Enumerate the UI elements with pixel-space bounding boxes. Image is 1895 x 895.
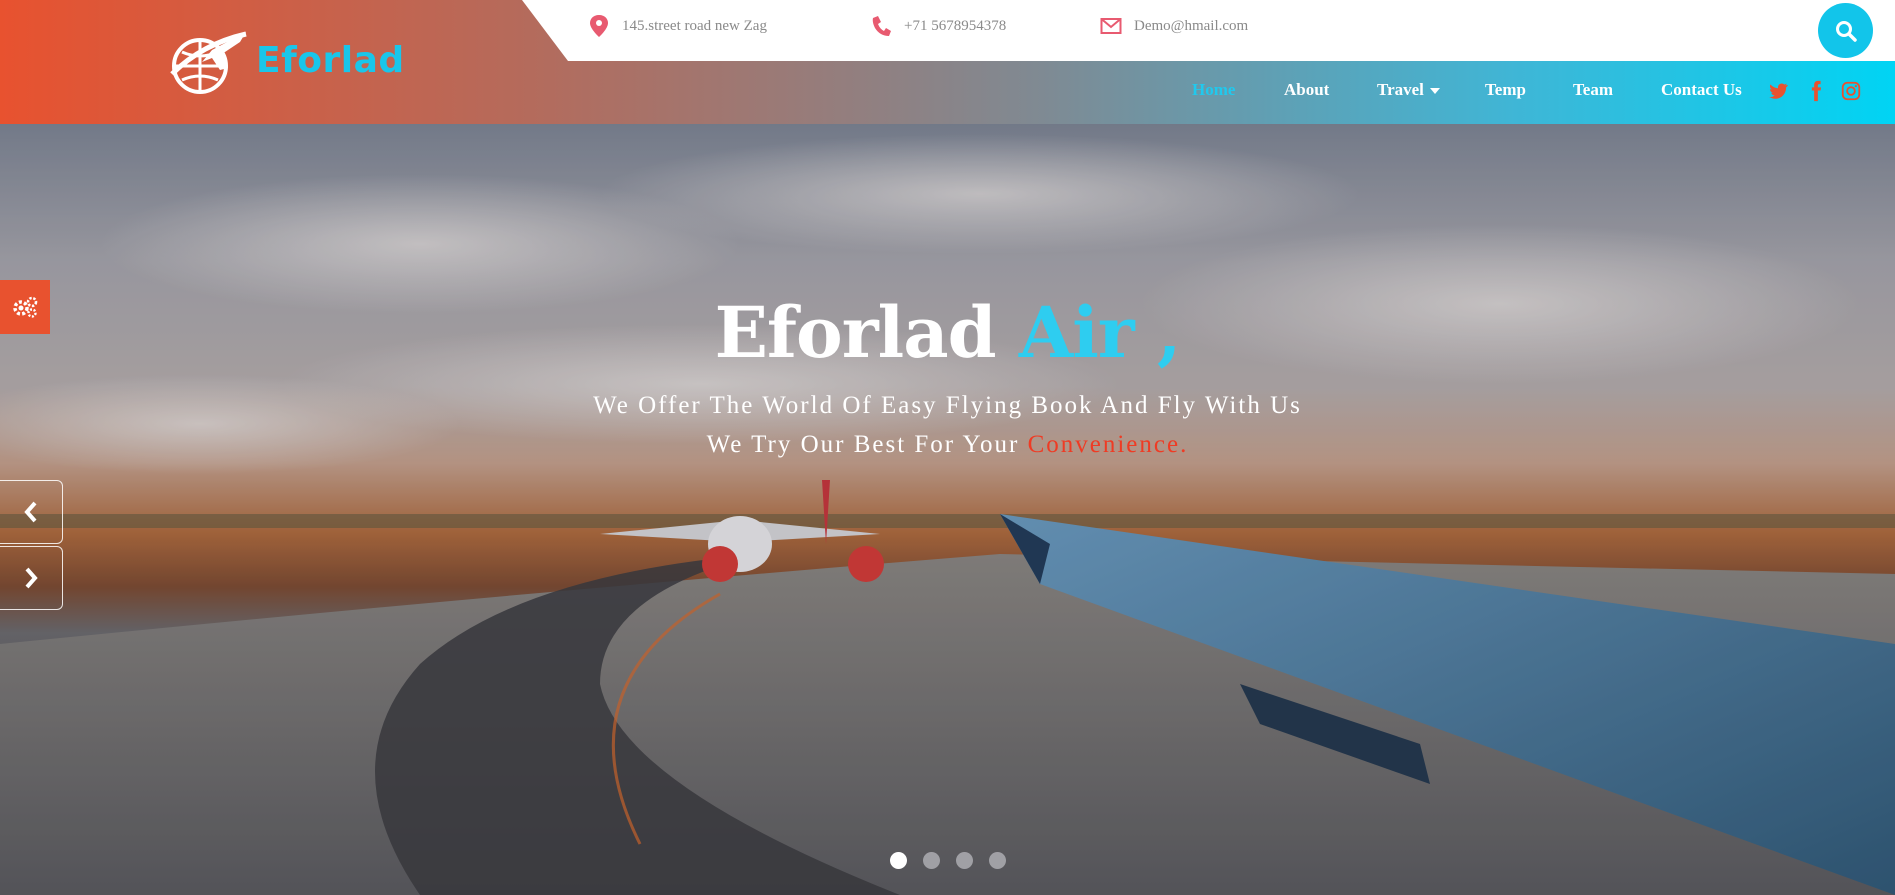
hero-subtitle-line2-text: We Try Our Best For Your: [706, 431, 1020, 458]
email-info: Demo@hmail.com: [1100, 14, 1248, 38]
hero-title-main: Eforlad: [714, 291, 997, 374]
settings-toggle-button[interactable]: [0, 280, 50, 334]
site-header: Eforlad 145.street road new Zag +71 5678…: [0, 0, 1895, 124]
nav-about[interactable]: About: [1284, 80, 1329, 100]
hero-subtitle-line2: We Try Our Best For Your Convenience.: [0, 431, 1895, 459]
nav-team[interactable]: Team: [1573, 80, 1613, 100]
chevron-left-icon: [24, 501, 37, 523]
slider-prev-button[interactable]: [0, 480, 63, 544]
plane-globe-icon: [170, 31, 247, 94]
phone-text[interactable]: +71 5678954378: [904, 18, 1006, 35]
hero-overlay: [0, 124, 1895, 895]
nav-contact-us[interactable]: Contact Us: [1661, 80, 1742, 100]
map-pin-icon: [590, 15, 608, 37]
hero-title-accent: Air ,: [1018, 291, 1182, 374]
search-button[interactable]: [1818, 3, 1873, 58]
slider-dot[interactable]: [988, 852, 1006, 869]
slider-pagination: [0, 852, 1895, 869]
slider-next-button[interactable]: [0, 546, 63, 610]
hero-title: Eforlad Air ,: [0, 291, 1895, 374]
hero-subtitle-line1: We Offer The World Of Easy Flying Book A…: [593, 392, 1302, 419]
nav-travel[interactable]: Travel: [1377, 80, 1440, 100]
top-contact-bar: 145.street road new Zag +71 5678954378 D…: [522, 0, 1895, 61]
chevron-right-icon: [25, 567, 38, 589]
chevron-down-icon: [1429, 88, 1440, 95]
slider-dot[interactable]: [889, 852, 907, 869]
envelope-icon: [1100, 18, 1122, 34]
phone-icon: [872, 16, 891, 36]
brand-name: Eforlad: [256, 39, 405, 81]
address-text: 145.street road new Zag: [622, 17, 767, 34]
nav-travel-label: Travel: [1377, 80, 1424, 99]
instagram-icon[interactable]: [1840, 80, 1862, 102]
brand-logo[interactable]: Eforlad: [162, 24, 405, 96]
nav-temp[interactable]: Temp: [1485, 80, 1526, 100]
gears-icon: [13, 296, 38, 318]
slider-dot[interactable]: [922, 852, 940, 869]
phone-info: +71 5678954378: [870, 14, 1006, 38]
nav-home[interactable]: Home: [1192, 80, 1235, 100]
email-text[interactable]: Demo@hmail.com: [1134, 18, 1248, 35]
slider-dot[interactable]: [955, 852, 973, 869]
twitter-icon[interactable]: [1767, 80, 1789, 102]
facebook-icon[interactable]: [1805, 80, 1827, 102]
address-info: 145.street road new Zag: [588, 14, 767, 38]
hero-slider: Eforlad Air , We Offer The World Of Easy…: [0, 124, 1895, 895]
search-icon: [1835, 20, 1857, 42]
hero-subtitle-highlight: Convenience.: [1027, 431, 1189, 458]
